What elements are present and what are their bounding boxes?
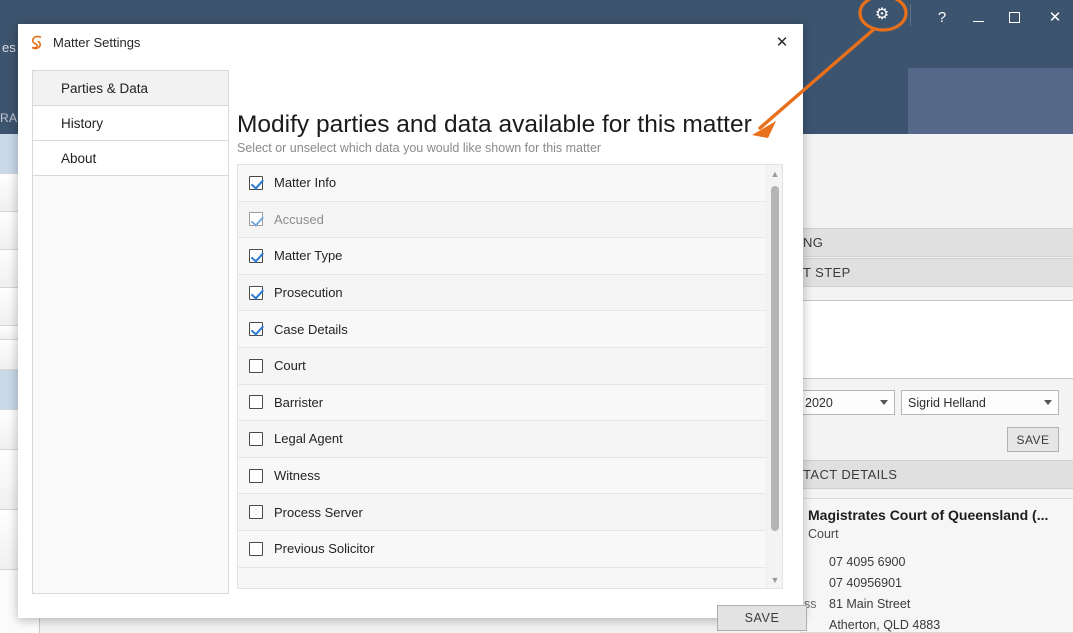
option-row-witness[interactable]: Witness xyxy=(238,457,782,495)
maximize-icon xyxy=(1008,11,1020,23)
data-options-list: Matter Info Accused Matter Type Prosecut… xyxy=(237,164,783,589)
maximize-button[interactable] xyxy=(994,0,1034,34)
option-label: Matter Type xyxy=(274,248,343,264)
help-button[interactable]: ? xyxy=(922,0,962,34)
checkbox-barrister[interactable] xyxy=(249,395,263,410)
contact-type: Court xyxy=(808,527,839,541)
bg-date-value: 2020 xyxy=(805,395,833,410)
option-row-prosecution[interactable]: Prosecution xyxy=(238,274,782,312)
option-label: Case Details xyxy=(274,321,348,337)
option-row-case-details[interactable]: Case Details xyxy=(238,311,782,348)
sidebar-item-history[interactable]: History xyxy=(33,106,228,141)
option-row-accused: Accused xyxy=(238,201,782,239)
option-label: Witness xyxy=(274,468,321,484)
checkbox-court[interactable] xyxy=(249,358,263,373)
matter-settings-dialog: Matter Settings ✕ Parties & Data History… xyxy=(18,24,807,631)
checkbox-case-details[interactable] xyxy=(249,322,263,337)
sidebar-item-label: History xyxy=(61,115,104,131)
option-row-legal-agent[interactable]: Legal Agent xyxy=(238,421,782,458)
dialog-close-button[interactable]: ✕ xyxy=(769,30,795,54)
checkbox-matter-type[interactable] xyxy=(249,248,263,263)
scroll-up-arrow-icon[interactable]: ▲ xyxy=(767,165,782,182)
dialog-body: Parties & Data History About Modify part… xyxy=(32,70,789,594)
sidebar-item-label: About xyxy=(61,150,97,166)
contact-phone-primary: 07 4095 6900 xyxy=(829,555,906,569)
bg-save-button[interactable]: SAVE xyxy=(1007,427,1059,452)
screen: es C RAC ⚙ ? ✕ NG T STEP 2020 Sigrid Hel… xyxy=(0,0,1073,633)
checkbox-witness[interactable] xyxy=(249,468,263,483)
question-mark-icon: ? xyxy=(937,8,947,26)
checkbox-prosecution[interactable] xyxy=(249,285,263,300)
option-label: Previous Solicitor xyxy=(274,541,375,557)
options-scrollbar[interactable]: ▲ ▼ xyxy=(766,165,782,588)
option-label: Legal Agent xyxy=(274,431,343,447)
minimize-icon xyxy=(972,20,984,22)
option-label: Prosecution xyxy=(274,285,343,301)
checkbox-process-server[interactable] xyxy=(249,505,263,520)
bg-section-header-1: NG xyxy=(795,228,1073,257)
dialog-title-bar: Matter Settings ✕ xyxy=(18,24,803,60)
contact-details-card: Magistrates Court of Queensland (... Cou… xyxy=(800,498,1073,633)
option-row-process-server[interactable]: Process Server xyxy=(238,494,782,531)
checkbox-matter-info[interactable] xyxy=(249,175,263,190)
dialog-title: Matter Settings xyxy=(53,34,141,50)
contact-phone-secondary: 07 40956901 xyxy=(829,576,902,590)
option-row-barrister[interactable]: Barrister xyxy=(238,384,782,422)
dialog-main-panel: Modify parties and data available for th… xyxy=(229,70,789,594)
contact-name: Magistrates Court of Queensland (... xyxy=(808,507,1049,523)
close-icon: ✕ xyxy=(1048,9,1062,26)
app-logo-icon xyxy=(28,34,45,51)
option-label: Accused xyxy=(274,211,324,227)
bg-date-dropdown[interactable]: 2020 xyxy=(798,390,895,415)
contact-address-line2: Atherton, QLD 4883 xyxy=(829,618,941,632)
app-sub-band-right xyxy=(908,68,1073,134)
option-row-court[interactable]: Court xyxy=(238,347,782,385)
bg-person-dropdown[interactable]: Sigrid Helland xyxy=(901,390,1059,415)
dialog-save-button[interactable]: SAVE xyxy=(717,605,807,631)
settings-gear-button[interactable]: ⚙ xyxy=(862,0,902,30)
chevron-down-icon xyxy=(880,400,888,405)
option-row-matter-info[interactable]: Matter Info xyxy=(238,165,782,202)
titlebar-separator xyxy=(910,4,911,26)
checkbox-previous-solicitor[interactable] xyxy=(249,541,263,556)
option-row-matter-type[interactable]: Matter Type xyxy=(238,238,782,275)
option-label: Barrister xyxy=(274,394,324,410)
scroll-down-arrow-icon[interactable]: ▼ xyxy=(767,571,782,588)
checkbox-legal-agent[interactable] xyxy=(249,431,263,446)
checkbox-accused xyxy=(249,212,263,227)
dialog-sidebar: Parties & Data History About xyxy=(32,70,229,594)
sidebar-item-label: Parties & Data xyxy=(61,80,149,96)
app-close-button[interactable]: ✕ xyxy=(1035,0,1073,34)
option-label: Court xyxy=(274,358,306,374)
chevron-up-icon: ▲ xyxy=(770,168,780,179)
bg-section-header-3: TACT DETAILS xyxy=(795,460,1073,489)
sidebar-item-about[interactable]: About xyxy=(33,141,228,176)
sidebar-item-parties-and-data[interactable]: Parties & Data xyxy=(33,71,228,106)
option-row-previous-solicitor[interactable]: Previous Solicitor xyxy=(238,530,782,568)
page-title: Modify parties and data available for th… xyxy=(237,111,752,138)
option-label: Matter Info xyxy=(274,175,337,191)
chevron-down-icon: ▼ xyxy=(770,574,780,585)
close-icon: ✕ xyxy=(775,34,789,51)
gear-icon: ⚙ xyxy=(874,6,890,23)
contact-address-line1: 81 Main Street xyxy=(829,597,911,611)
scrollbar-thumb[interactable] xyxy=(771,186,779,531)
bg-person-value: Sigrid Helland xyxy=(908,395,986,410)
chevron-down-icon xyxy=(1044,400,1052,405)
bg-notes-textarea[interactable] xyxy=(798,300,1073,379)
page-subtitle: Select or unselect which data you would … xyxy=(237,141,602,155)
minimize-button[interactable] xyxy=(958,0,998,34)
bg-section-header-2: T STEP xyxy=(795,258,1073,287)
option-label: Process Server xyxy=(274,504,363,520)
